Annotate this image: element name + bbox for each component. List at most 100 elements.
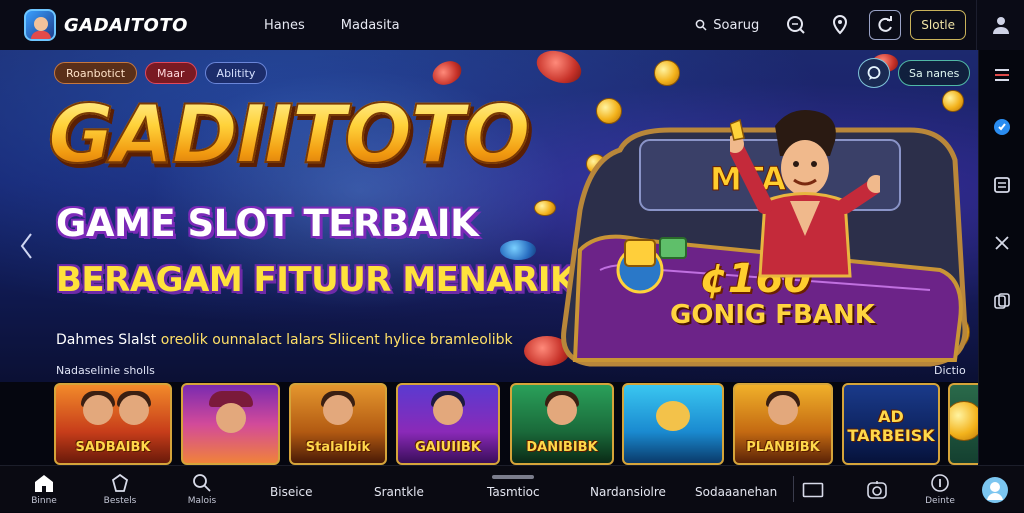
bottom-nav-search[interactable]: Malois <box>182 466 222 513</box>
menu-icon <box>995 69 1009 81</box>
coin-decoration <box>950 401 978 441</box>
hero-description-lead: Dahmes Slalst <box>56 332 157 348</box>
location-pin-icon <box>833 14 848 35</box>
carousel-prev-button[interactable] <box>14 226 38 266</box>
coin-decoration <box>942 90 964 112</box>
tag-pill[interactable]: Maar <box>145 62 197 84</box>
hero-banner[interactable]: Roanbotict Maar Ablitity Sa nanes GADIIT… <box>0 50 978 382</box>
info-icon <box>931 474 949 492</box>
right-rail <box>978 50 1024 464</box>
game-tile[interactable]: Stalalbik <box>289 383 387 465</box>
chevron-left-icon <box>20 233 32 259</box>
bottom-nav-games[interactable]: Bestels <box>98 466 142 513</box>
rail-copy-button[interactable] <box>987 286 1017 316</box>
rail-close-button[interactable] <box>987 228 1017 258</box>
section-more-link[interactable]: Dictio <box>934 364 966 377</box>
drawer-handle[interactable] <box>492 475 534 479</box>
hero-share-button[interactable]: Sa nanes <box>898 60 971 86</box>
hero-subtitle-secondary: BERAGAM FITUUR MENARIK <box>56 260 576 300</box>
bottom-nav-text-item[interactable]: Sodaaanehan <box>695 485 777 499</box>
profile-button[interactable] <box>976 0 1024 50</box>
game-title: SADBAIBK <box>75 440 151 455</box>
mobile-button[interactable]: Slotle <box>910 10 966 40</box>
hero-description: Dahmes Slalst oreolik ounnalact lalars S… <box>56 332 513 348</box>
top-bar: GADAITOTO Hanes Madasita Soarug Slotle <box>0 0 1024 50</box>
nav-item-home[interactable]: Hanes <box>264 18 305 33</box>
tile-character-face <box>547 395 577 425</box>
refresh-button[interactable] <box>869 10 902 40</box>
chat-button[interactable] <box>781 10 811 40</box>
top-actions: Soarug Slotle <box>695 0 1024 50</box>
bottom-nav-home-label: Binne <box>31 496 57 506</box>
tile-character-face <box>656 401 690 431</box>
bottom-nav-avatar[interactable] <box>980 466 1010 513</box>
rail-notification-button[interactable] <box>987 112 1017 142</box>
search-link[interactable]: Soarug <box>695 18 759 33</box>
game-tile[interactable]: PLANBIBK <box>733 383 833 465</box>
bottom-nav-window[interactable] <box>800 466 826 513</box>
game-tile[interactable] <box>622 383 724 465</box>
notification-icon <box>994 119 1010 135</box>
bottom-nav: Binne Bestels Malois Biseice Srantkle Ta… <box>0 465 1024 512</box>
user-shield-icon <box>992 17 1009 34</box>
location-button[interactable] <box>825 10 855 40</box>
mascot-character <box>726 106 885 306</box>
game-title: Stalalbik <box>305 440 371 455</box>
bottom-nav-text-item[interactable]: Tasmtioc <box>487 485 540 499</box>
brand-name: GADAITOTO <box>64 14 188 36</box>
coin-decoration <box>534 200 556 216</box>
clock-icon <box>867 480 887 499</box>
hero-tags: Roanbotict Maar Ablitity <box>54 62 268 84</box>
game-tile[interactable]: SADBAIBK <box>54 383 172 465</box>
tag-pill[interactable]: Ablitity <box>204 62 268 84</box>
coin-decoration <box>654 60 680 86</box>
bottom-nav-info-label: Deinte <box>925 496 955 506</box>
game-tile[interactable] <box>948 383 978 465</box>
close-icon <box>995 236 1009 250</box>
bottom-nav-text-item[interactable]: Nardansiolre <box>590 485 666 499</box>
search-icon <box>695 19 707 31</box>
avatar-icon <box>982 476 1008 503</box>
hero-chat-button[interactable] <box>858 58 890 88</box>
bottom-nav-info[interactable]: Deinte <box>920 466 960 513</box>
chat-bubble-icon <box>787 16 805 34</box>
bottom-nav-home[interactable]: Binne <box>26 466 62 513</box>
brand-logo[interactable]: GADAITOTO <box>24 9 188 41</box>
rail-menu-button[interactable] <box>987 60 1017 90</box>
tile-character-face <box>323 395 353 425</box>
bottom-nav-games-label: Bestels <box>103 496 137 506</box>
search-icon <box>193 474 211 492</box>
mascot-graphic <box>726 110 885 278</box>
document-icon <box>994 177 1010 193</box>
game-tile[interactable]: DANIBIBK <box>510 383 614 465</box>
bottom-nav-text-item[interactable]: Srantkle <box>374 485 424 499</box>
tile-character-face <box>215 403 246 433</box>
nav-item-media[interactable]: Madasita <box>341 18 400 33</box>
game-title: PLANBIBK <box>746 440 820 455</box>
search-label: Soarug <box>713 17 760 33</box>
bottom-nav-search-label: Malois <box>187 496 217 506</box>
game-tile[interactable]: GAIUIIBK <box>396 383 500 465</box>
game-title: AD TARBEISK <box>847 407 935 445</box>
game-title: GAIUIIBK <box>415 440 481 455</box>
bottom-nav-text-item[interactable]: Biseice <box>270 485 313 499</box>
window-icon <box>802 482 824 497</box>
bottom-nav-timer[interactable] <box>864 466 890 513</box>
game-tile[interactable] <box>181 383 280 465</box>
hero-title: GADIITOTO <box>47 87 532 182</box>
main-nav: Hanes Madasita <box>264 0 400 50</box>
chip-decoration <box>500 240 536 260</box>
rail-document-button[interactable] <box>987 170 1017 200</box>
tile-character-face <box>119 395 149 425</box>
bottom-divider <box>793 476 794 502</box>
hero-description-highlight: oreolik ounnalact lalars Sliicent hylice… <box>160 332 513 348</box>
logo-avatar-icon <box>24 9 56 41</box>
hero-subtitle-primary: GAME SLOT TERBAIK <box>56 202 479 245</box>
refresh-icon <box>878 16 893 32</box>
tag-pill[interactable]: Roanbotict <box>54 62 138 84</box>
section-title: Nadaselinie sholls <box>56 364 155 377</box>
tile-character-face <box>433 395 463 425</box>
chat-bubble-icon <box>867 66 881 80</box>
copy-icon <box>994 293 1010 309</box>
game-tile[interactable]: AD TARBEISK <box>842 383 940 465</box>
